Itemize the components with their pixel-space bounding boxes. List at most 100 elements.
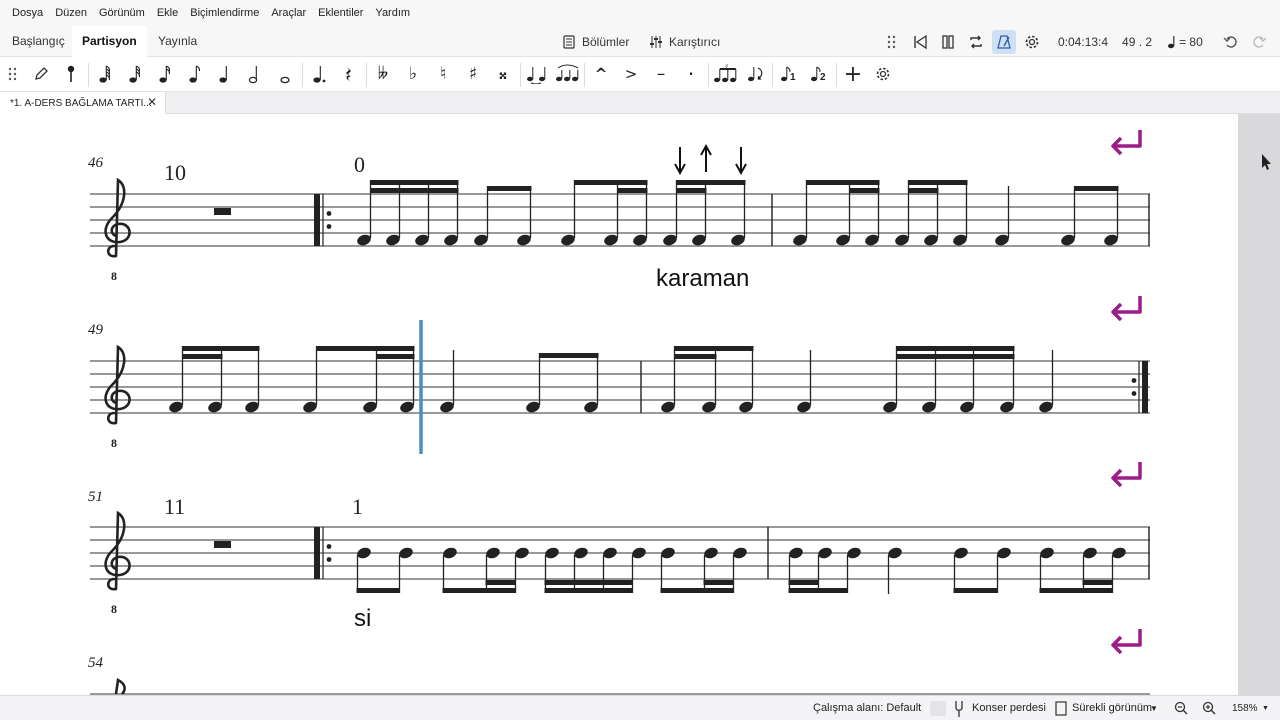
tie-icon[interactable] <box>524 61 550 87</box>
duration-quarter-icon[interactable] <box>212 61 238 87</box>
repeat-dot <box>326 557 332 562</box>
note-head <box>415 234 429 246</box>
playback-controls: 0:04:13:4 49 . 2 = 80 <box>878 26 1273 57</box>
zoom-level[interactable]: 158% <box>1232 696 1258 720</box>
rest-icon[interactable] <box>336 61 362 87</box>
note-head <box>526 401 540 413</box>
clef-octave-number: 8 <box>111 602 117 616</box>
zoom-in-icon[interactable] <box>1202 696 1216 720</box>
menu-item-0[interactable]: Dosya <box>6 0 49 26</box>
gear-icon[interactable] <box>870 61 896 87</box>
duration-32nd-icon[interactable] <box>122 61 148 87</box>
flat-icon[interactable]: ♭ <box>400 61 426 87</box>
tab-home[interactable]: Başlangıç <box>2 26 75 57</box>
play-icon[interactable] <box>936 30 960 54</box>
duration-16th-icon[interactable] <box>152 61 178 87</box>
voice-2-icon[interactable]: 2 <box>806 61 832 87</box>
menu-item-2[interactable]: Görünüm <box>93 0 151 26</box>
note-head <box>731 234 745 246</box>
augmentation-dot-icon[interactable] <box>306 61 332 87</box>
menu-item-3[interactable]: Ekle <box>151 0 184 26</box>
parts-button[interactable]: Bölümler <box>562 26 629 57</box>
flip-direction-icon[interactable] <box>742 61 768 87</box>
duration-whole-icon[interactable] <box>272 61 298 87</box>
note-head <box>357 547 371 559</box>
beam <box>485 580 516 585</box>
undo-icon[interactable] <box>1219 30 1243 54</box>
redo-icon[interactable] <box>1247 30 1271 54</box>
note-head <box>169 401 183 413</box>
duration-half-icon[interactable] <box>242 61 268 87</box>
note-head <box>960 401 974 413</box>
duration-64th-icon[interactable] <box>92 61 118 87</box>
mixer-icon <box>650 35 662 48</box>
concert-pitch-label[interactable]: Konser perdesi <box>972 696 1046 720</box>
beam <box>896 346 1015 351</box>
rewind-icon[interactable] <box>908 30 932 54</box>
slur-icon[interactable] <box>554 61 580 87</box>
note-head <box>692 234 706 246</box>
treble-clef <box>104 177 131 258</box>
note-head <box>444 234 458 246</box>
double-flat-icon[interactable]: 𝄫 <box>370 61 396 87</box>
voice-1-icon[interactable]: 1 <box>776 61 802 87</box>
close-icon[interactable]: ✕ <box>147 95 157 109</box>
multi-measure-rest <box>214 541 231 548</box>
loop-icon[interactable] <box>964 30 988 54</box>
note-head <box>797 401 811 413</box>
zoom-chevron-icon[interactable]: ▼ <box>1262 696 1269 720</box>
note-head <box>847 547 861 559</box>
beam <box>617 188 648 193</box>
menu-item-6[interactable]: Eklentiler <box>312 0 369 26</box>
beam <box>487 186 532 191</box>
double-sharp-icon[interactable]: 𝄪 <box>490 61 516 87</box>
rehearsal-number: 0 <box>354 152 365 177</box>
duration-eighth-icon[interactable] <box>182 61 208 87</box>
beam <box>370 180 459 185</box>
note-head <box>739 401 753 413</box>
workspace-selector[interactable]: Çalışma alanı: Default <box>813 696 921 720</box>
metronome-icon[interactable] <box>992 29 1016 54</box>
natural-icon[interactable]: ♮ <box>430 61 456 87</box>
sharp-icon[interactable]: ♯ <box>460 61 486 87</box>
beam <box>676 188 707 193</box>
document-tab-bar: *1. A-DERS BAĞLAMA TARTI... ✕ <box>0 92 1280 114</box>
drag-handle-icon[interactable] <box>880 30 904 54</box>
mixer-button[interactable]: Karıştırıcı <box>649 26 720 57</box>
menu-item-7[interactable]: Yardım <box>369 0 416 26</box>
beam <box>316 346 415 351</box>
rehearsal-number: 1 <box>352 494 363 519</box>
note-head <box>1000 401 1014 413</box>
tuplet-icon[interactable]: 3 <box>712 61 738 87</box>
add-icon[interactable]: + <box>840 61 866 87</box>
staccato-icon[interactable]: · <box>678 61 704 87</box>
beam <box>908 180 968 185</box>
tab-publish[interactable]: Yayınla <box>148 26 207 57</box>
note-head <box>474 234 488 246</box>
concert-pitch-checkbox[interactable] <box>930 701 946 716</box>
note-input-toolbar: 𝄫 ♭ ♮ ♯ 𝄪 ^ > – · 3 1 2 + <box>0 57 1280 92</box>
menu-item-1[interactable]: Düzen <box>49 0 93 26</box>
zoom-out-icon[interactable] <box>1174 696 1188 720</box>
accent-icon[interactable]: > <box>618 61 644 87</box>
beam <box>908 188 939 193</box>
pencil-icon[interactable] <box>28 61 54 87</box>
score-canvas[interactable]: 46 8 10 0 karaman 49 8 51 8 11 1 si 54 <box>0 114 1238 695</box>
note-input-mode-icon[interactable] <box>58 61 84 87</box>
drag-handle-icon[interactable] <box>0 61 26 87</box>
tab-score[interactable]: Partisyon <box>72 26 147 58</box>
note-head <box>895 234 909 246</box>
beam <box>356 588 400 593</box>
note-head <box>1104 234 1118 246</box>
document-tab[interactable]: *1. A-DERS BAĞLAMA TARTI... ✕ <box>0 92 166 114</box>
chevron-down-icon[interactable]: ▼ <box>1150 696 1158 720</box>
side-panel <box>1238 114 1280 695</box>
tenuto-icon[interactable]: – <box>648 61 674 87</box>
menu-item-5[interactable]: Araçlar <box>265 0 312 26</box>
beam <box>676 180 746 185</box>
marcato-icon[interactable]: ^ <box>588 61 614 87</box>
note-head <box>865 234 879 246</box>
view-mode-selector[interactable]: Sürekli görünüm <box>1072 696 1152 720</box>
playback-settings-icon[interactable] <box>1020 30 1044 54</box>
menu-item-4[interactable]: Biçimlendirme <box>184 0 265 26</box>
